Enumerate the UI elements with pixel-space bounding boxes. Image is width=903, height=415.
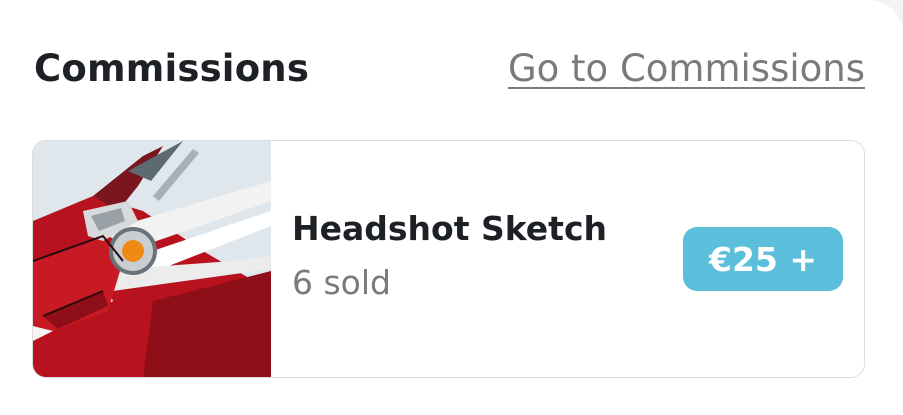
commission-info: Headshot Sketch 6 sold: [292, 207, 607, 305]
go-to-commissions-link[interactable]: Go to Commissions: [508, 47, 865, 90]
commission-title: Headshot Sketch: [292, 209, 607, 248]
commissions-panel: Commissions Go to Commissions Headshot S…: [0, 0, 903, 415]
dragon-headshot-icon: [33, 141, 271, 377]
commission-thumbnail: [33, 141, 271, 377]
section-title: Commissions: [34, 46, 310, 90]
commission-card[interactable]: Headshot Sketch 6 sold €25 +: [32, 140, 865, 378]
price-badge[interactable]: €25 +: [683, 227, 843, 291]
commissions-header: Commissions Go to Commissions: [34, 40, 865, 96]
commission-sold-count: 6 sold: [292, 263, 391, 302]
